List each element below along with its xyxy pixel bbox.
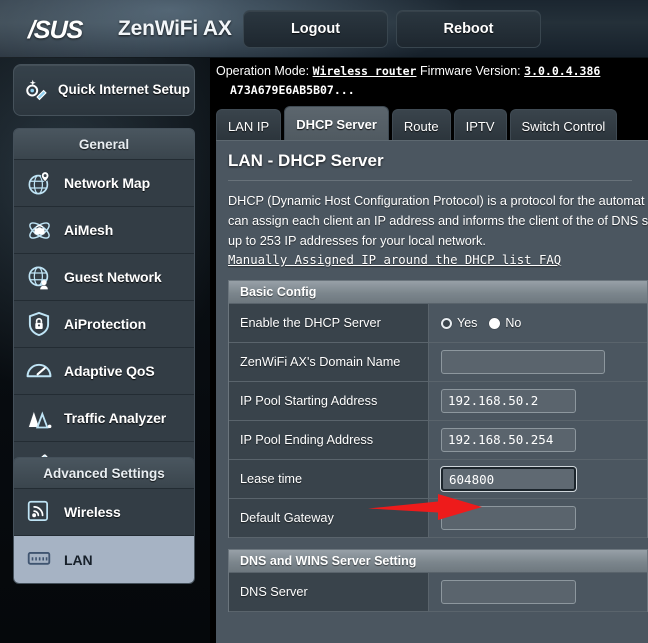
row-value [429,499,647,537]
device-id: A73A679E6AB5B07... [230,83,355,97]
domain-name-input[interactable] [441,350,605,374]
sidebar-item-guest-network[interactable]: Guest Network [14,254,194,301]
sidebar-item-aiprotection-label: AiProtection [64,316,147,332]
radio-dot-icon [489,317,501,329]
operation-mode-value[interactable]: Wireless router [313,64,417,78]
row-value [429,343,647,381]
basic-config-header: Basic Config [229,281,647,304]
wireless-signal-icon [14,489,64,536]
shield-lock-icon [14,301,64,348]
row-value: Yes No [429,304,647,342]
row-default-gateway: Default Gateway [229,499,647,538]
row-enable-dhcp-server: Enable the DHCP Server Yes No [229,304,647,343]
basic-config-section: Basic Config Enable the DHCP Server Yes [228,280,648,538]
tab-route[interactable]: Route [391,109,451,142]
tab-lan-ip[interactable]: LAN IP [216,109,282,142]
lease-time-input[interactable]: 604800 [441,467,576,491]
router-admin-page: /SUS ZenWiFi AX Logout Reboot Operation … [0,0,648,643]
network-map-icon [14,160,64,207]
row-label: ZenWiFi AX's Domain Name [229,343,429,381]
row-ip-pool-start: IP Pool Starting Address 192.168.50.2 [229,382,647,421]
dns-wins-header: DNS and WINS Server Setting [229,550,647,573]
sidebar-group-advanced-header: Advanced Settings [14,458,194,489]
radio-dot-icon [441,317,452,329]
asus-logo: /SUS [27,16,83,44]
sidebar-group-general-header: General [14,129,194,160]
row-lease-time: Lease time 604800 [229,460,647,499]
radio-dhcp-yes[interactable]: Yes [441,316,477,330]
top-banner: /SUS ZenWiFi AX Logout Reboot [0,0,648,58]
quick-internet-setup-label: Quick Internet Setup [58,82,191,97]
sidebar-group-advanced: Advanced Settings Wireless LAN [13,457,195,584]
description-line-2: can assign each client an IP address and… [228,214,648,228]
logout-button[interactable]: Logout [243,10,388,48]
description-line-1: DHCP (Dynamic Host Configuration Protoco… [228,194,645,208]
row-label: IP Pool Ending Address [229,421,429,459]
row-dns-server: DNS Server [229,573,647,612]
sidebar-item-lan[interactable]: LAN [14,536,194,583]
row-label: Default Gateway [229,499,429,537]
dhcp-enable-radio-group: Yes No [441,316,521,330]
sidebar-item-network-map-label: Network Map [64,175,151,191]
description-line-3: up to 253 IP addresses for your local ne… [228,234,486,248]
sidebar-item-network-map[interactable]: Network Map [14,160,194,207]
radio-dhcp-yes-label: Yes [457,316,478,330]
gear-wand-icon [14,64,58,116]
dns-server-input[interactable] [441,580,576,604]
status-strip: Operation Mode: Wireless router Firmware… [210,58,648,104]
row-value: 604800 [429,460,647,498]
traffic-chart-icon [14,395,64,442]
dns-wins-section: DNS and WINS Server Setting DNS Server [228,549,648,612]
row-value: 192.168.50.2 [429,382,647,420]
sidebar-item-guest-network-label: Guest Network [64,269,162,285]
sidebar-item-adaptive-qos-label: Adaptive QoS [64,363,155,379]
ip-pool-starting-address-input[interactable]: 192.168.50.2 [441,389,576,413]
quick-internet-setup-button[interactable]: Quick Internet Setup [13,64,195,116]
row-value [429,573,647,611]
guest-network-icon [14,254,64,301]
page-title: LAN - DHCP Server [228,151,384,170]
row-domain-name: ZenWiFi AX's Domain Name [229,343,647,382]
sidebar-item-wireless[interactable]: Wireless [14,489,194,536]
operation-mode-label: Operation Mode: [216,64,310,78]
row-value: 192.168.50.254 [429,421,647,459]
tab-bar: LAN IP DHCP Server Route IPTV Switch Con… [216,104,618,142]
row-ip-pool-end: IP Pool Ending Address 192.168.50.254 [229,421,647,460]
row-label: Lease time [229,460,429,498]
tab-switch-control[interactable]: Switch Control [509,109,618,142]
sidebar-item-adaptive-qos[interactable]: Adaptive QoS [14,348,194,395]
sidebar-item-wireless-label: Wireless [64,504,121,520]
firmware-version-value[interactable]: 3.0.0.4.386 [524,64,600,78]
lan-icon [14,536,64,583]
row-label: IP Pool Starting Address [229,382,429,420]
sidebar-item-aimesh[interactable]: AiMesh [14,207,194,254]
sidebar-item-lan-label: LAN [64,551,93,568]
sidebar-item-aimesh-label: AiMesh [64,222,114,238]
row-label: Enable the DHCP Server [229,304,429,342]
reboot-button[interactable]: Reboot [396,10,541,48]
dhcp-faq-link[interactable]: Manually Assigned IP around the DHCP lis… [228,253,561,267]
settings-panel: LAN - DHCP Server DHCP (Dynamic Host Con… [216,140,648,643]
sidebar: Quick Internet Setup General Network Map [0,58,210,643]
tab-dhcp-server[interactable]: DHCP Server [284,106,389,142]
sidebar-item-traffic-analyzer[interactable]: Traffic Analyzer [14,395,194,442]
sidebar-item-traffic-analyzer-label: Traffic Analyzer [64,410,167,426]
firmware-label: Firmware Version: [419,64,521,78]
default-gateway-input[interactable] [441,506,576,530]
sidebar-item-aiprotection[interactable]: AiProtection [14,301,194,348]
ip-pool-ending-address-input[interactable]: 192.168.50.254 [441,428,576,452]
tab-iptv[interactable]: IPTV [453,109,507,142]
title-divider [228,180,632,181]
radio-dhcp-no[interactable]: No [489,316,521,330]
router-model-name: ZenWiFi AX [118,17,232,40]
radio-dhcp-no-label: No [505,316,522,330]
aimesh-icon [14,207,64,254]
content-area: LAN IP DHCP Server Route IPTV Switch Con… [210,104,648,643]
row-label: DNS Server [229,573,429,611]
speedometer-icon [14,348,64,395]
